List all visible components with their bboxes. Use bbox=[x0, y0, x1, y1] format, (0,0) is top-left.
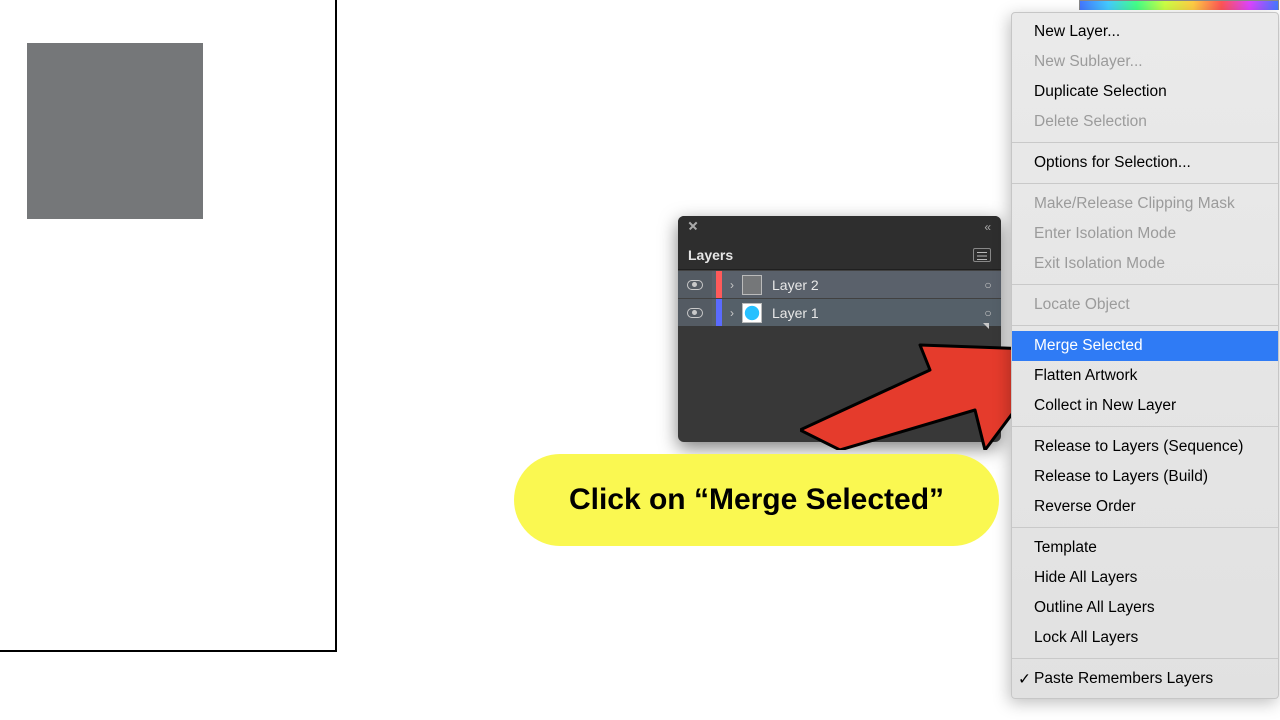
layer-color-strip bbox=[716, 271, 722, 298]
layer-name: Layer 2 bbox=[772, 277, 975, 293]
menu-separator bbox=[1012, 658, 1278, 659]
layer-thumbnail bbox=[742, 303, 762, 323]
menu-item[interactable]: Paste Remembers Layers bbox=[1012, 664, 1278, 694]
menu-item[interactable]: Merge Selected bbox=[1012, 331, 1278, 361]
layer-thumbnail bbox=[742, 275, 762, 295]
target-icon[interactable]: ○ bbox=[975, 299, 1001, 326]
visibility-toggle[interactable] bbox=[678, 299, 712, 326]
menu-item: Locate Object bbox=[1012, 290, 1278, 320]
collapse-icon[interactable]: « bbox=[984, 220, 991, 234]
chevron-right-icon[interactable]: › bbox=[730, 306, 734, 320]
menu-item: Delete Selection bbox=[1012, 107, 1278, 137]
menu-separator bbox=[1012, 426, 1278, 427]
layers-panel: « Layers › Layer 2 ○ › Layer 1 ○ bbox=[678, 216, 1001, 442]
menu-item[interactable]: Reverse Order bbox=[1012, 492, 1278, 522]
menu-item: Make/Release Clipping Mask bbox=[1012, 189, 1278, 219]
layer-name: Layer 1 bbox=[772, 305, 975, 321]
menu-item[interactable]: Lock All Layers bbox=[1012, 623, 1278, 653]
menu-separator bbox=[1012, 284, 1278, 285]
menu-item[interactable]: Collect in New Layer bbox=[1012, 391, 1278, 421]
chevron-right-icon[interactable]: › bbox=[730, 278, 734, 292]
eye-icon bbox=[687, 280, 703, 290]
menu-separator bbox=[1012, 142, 1278, 143]
layers-flyout-menu: New Layer...New Sublayer...Duplicate Sel… bbox=[1011, 12, 1279, 699]
menu-item[interactable]: New Layer... bbox=[1012, 17, 1278, 47]
menu-separator bbox=[1012, 183, 1278, 184]
close-icon[interactable] bbox=[688, 221, 698, 231]
canvas-gray-square bbox=[27, 43, 203, 219]
color-spectrum-strip bbox=[1079, 0, 1279, 10]
panel-titlebar[interactable]: « bbox=[678, 216, 1001, 240]
menu-item: Exit Isolation Mode bbox=[1012, 249, 1278, 279]
menu-item[interactable]: Duplicate Selection bbox=[1012, 77, 1278, 107]
menu-item[interactable]: Release to Layers (Build) bbox=[1012, 462, 1278, 492]
menu-item[interactable]: Template bbox=[1012, 533, 1278, 563]
instruction-callout: Click on “Merge Selected” bbox=[514, 454, 999, 546]
menu-item[interactable]: Outline All Layers bbox=[1012, 593, 1278, 623]
menu-item[interactable]: Hide All Layers bbox=[1012, 563, 1278, 593]
panel-title: Layers bbox=[688, 247, 733, 263]
menu-item[interactable]: Flatten Artwork bbox=[1012, 361, 1278, 391]
visibility-toggle[interactable] bbox=[678, 271, 712, 298]
panel-header: Layers bbox=[678, 240, 1001, 270]
selection-marker-icon bbox=[983, 323, 989, 329]
layer-list: › Layer 2 ○ › Layer 1 ○ bbox=[678, 270, 1001, 326]
target-icon[interactable]: ○ bbox=[975, 271, 1001, 298]
menu-item: New Sublayer... bbox=[1012, 47, 1278, 77]
menu-separator bbox=[1012, 325, 1278, 326]
menu-item[interactable]: Release to Layers (Sequence) bbox=[1012, 432, 1278, 462]
layer-row[interactable]: › Layer 2 ○ bbox=[678, 270, 1001, 298]
eye-icon bbox=[687, 308, 703, 318]
menu-item: Enter Isolation Mode bbox=[1012, 219, 1278, 249]
instruction-text: Click on “Merge Selected” bbox=[569, 483, 944, 517]
menu-item[interactable]: Options for Selection... bbox=[1012, 148, 1278, 178]
menu-separator bbox=[1012, 527, 1278, 528]
layer-row[interactable]: › Layer 1 ○ bbox=[678, 298, 1001, 326]
layer-color-strip bbox=[716, 299, 722, 326]
panel-menu-icon[interactable] bbox=[973, 248, 991, 262]
